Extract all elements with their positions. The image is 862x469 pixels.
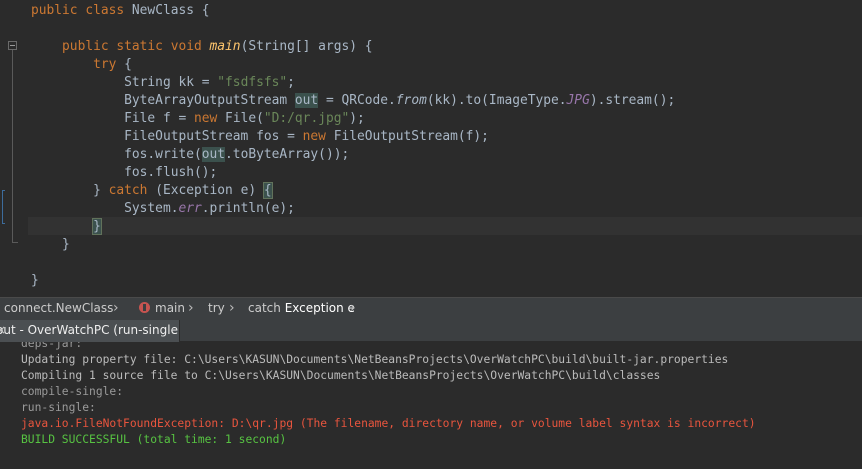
- method-icon: [139, 302, 150, 313]
- tab-output-run-single[interactable]: out - OverWatchPC (run-single) ×: [0, 320, 180, 342]
- chevron-right-icon: ›: [229, 300, 235, 316]
- code-line-println: System.err.println(e);: [124, 201, 295, 216]
- code-line-method-decl: public static void main(String[] args) {: [62, 39, 373, 54]
- close-icon[interactable]: ×: [0, 320, 173, 341]
- code-line-string-decl: String kk = "fsdfsfs";: [124, 75, 295, 90]
- breadcrumb-item-try[interactable]: try: [208, 298, 225, 319]
- output-line: compile-single:: [21, 385, 124, 398]
- fold-guide-end: [12, 242, 18, 243]
- code-line-class-close: }: [31, 273, 39, 288]
- code-line-catch-close: }: [92, 218, 102, 235]
- change-marker: [2, 190, 5, 224]
- output-console[interactable]: deps-jar: Updating property file: C:\Use…: [0, 342, 862, 469]
- chevron-right-icon: ›: [350, 300, 356, 316]
- editor-gutter: [0, 0, 28, 297]
- output-tab-bar: out - OverWatchPC (run-single) ×: [0, 319, 862, 342]
- current-line-highlight: [28, 217, 862, 235]
- text-cursor: [100, 219, 102, 234]
- code-line-write: fos.write(out.toByteArray());: [124, 147, 350, 162]
- code-line-file: File f = new File("D:/qr.jpg");: [124, 111, 365, 126]
- output-success-line: BUILD SUCCESSFUL (total time: 1 second): [21, 433, 287, 446]
- code-line-class-decl: public class NewClass {: [31, 3, 210, 18]
- code-line-flush: fos.flush();: [124, 165, 218, 180]
- fold-toggle-icon[interactable]: [8, 41, 17, 50]
- code-line-catch: } catch (Exception e) {: [93, 182, 273, 199]
- chevron-right-icon: ›: [113, 300, 119, 316]
- fold-guide: [12, 50, 13, 243]
- output-line: Compiling 1 source file to C:\Users\KASU…: [21, 369, 661, 382]
- output-error-line: java.io.FileNotFoundException: D:\qr.jpg…: [21, 417, 756, 430]
- code-line-try: try {: [93, 57, 132, 72]
- breadcrumb-item-method[interactable]: main: [139, 298, 185, 319]
- breadcrumb: connect.NewClass › main › try › catch Ex…: [0, 297, 862, 319]
- breadcrumb-item-class[interactable]: connect.NewClass: [4, 298, 113, 319]
- code-line-fileoutputstream: FileOutputStream fos = new FileOutputStr…: [124, 129, 489, 144]
- chevron-right-icon: ›: [188, 300, 194, 316]
- code-line-bytearray: ByteArrayOutputStream out = QRCode.from(…: [124, 93, 676, 108]
- output-line: Updating property file: C:\Users\KASUN\D…: [21, 353, 729, 366]
- code-line-method-close: }: [62, 237, 70, 252]
- output-line: run-single:: [21, 401, 96, 414]
- ide-window: public class NewClass { public static vo…: [0, 0, 862, 469]
- output-line: deps-jar:: [21, 342, 83, 350]
- code-editor[interactable]: public class NewClass { public static vo…: [0, 0, 862, 297]
- breadcrumb-item-catch[interactable]: catch Exception e: [248, 298, 355, 319]
